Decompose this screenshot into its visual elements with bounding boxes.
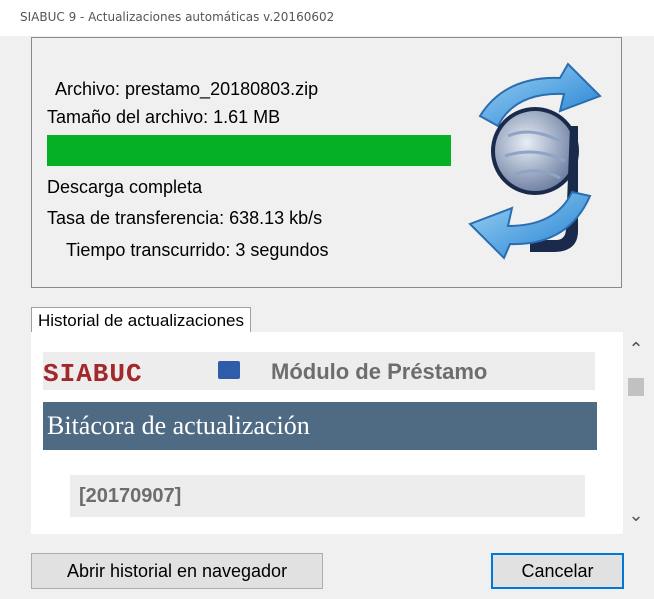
open-history-in-browser-button[interactable]: Abrir historial en navegador (31, 553, 323, 589)
scroll-down-icon[interactable]: ⌄ (625, 504, 647, 526)
module-header: SIABUC Módulo de Préstamo (43, 352, 595, 390)
siabuc-logo-mark (218, 361, 240, 379)
file-name-label: Archivo: prestamo_20180803.zip (55, 79, 319, 99)
history-scrollbar[interactable]: ⌃ ⌄ (625, 338, 647, 526)
siabuc-logo: SIABUC (43, 359, 143, 389)
progress-fill (47, 135, 451, 166)
download-progress-bar (47, 135, 451, 166)
scroll-thumb[interactable] (628, 378, 644, 396)
tab-update-history[interactable]: Historial de actualizaciones (31, 307, 251, 333)
cancel-button[interactable]: Cancelar (491, 553, 624, 589)
log-title: Bitácora de actualización (43, 402, 597, 450)
module-title: Módulo de Préstamo (271, 359, 488, 384)
scroll-up-icon[interactable]: ⌃ (625, 338, 647, 360)
elapsed-time-label: Tiempo transcurrido: 3 segundos (66, 240, 329, 260)
download-state-label: Descarga completa (47, 177, 203, 197)
file-size-label: Tamaño del archivo: 1.61 MB (47, 107, 281, 127)
siabuc-update-logo (468, 62, 602, 260)
version-entry: [20170907] (70, 475, 585, 517)
window-title: SIABUC 9 - Actualizaciones automáticas v… (20, 10, 335, 24)
transfer-rate-label: Tasa de transferencia: 638.13 kb/s (47, 208, 323, 228)
update-history-view: SIABUC Módulo de Préstamo Bitácora de ac… (31, 332, 623, 534)
